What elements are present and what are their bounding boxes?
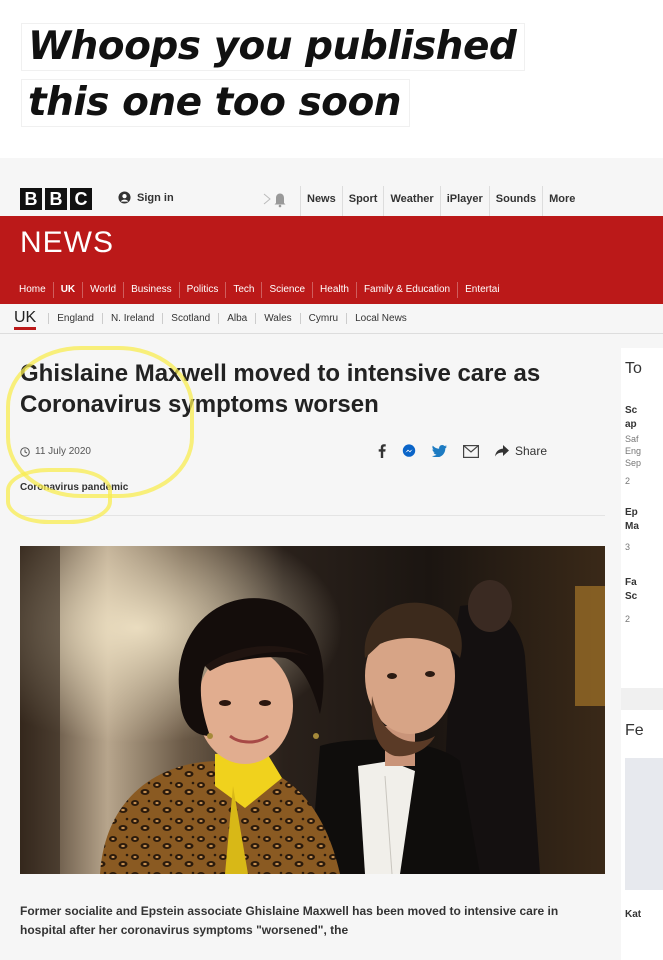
topnav-more[interactable]: More [542,186,581,216]
notification-bell-icon[interactable] [262,190,288,208]
twitter-icon[interactable] [432,445,447,457]
topnav-weather[interactable]: Weather [383,186,439,216]
subnav-title-uk[interactable]: UK [14,308,37,330]
section-business[interactable]: Business [123,282,179,298]
article-headline: Ghislaine Maxwell moved to intensive car… [20,360,541,418]
subnav-wales[interactable]: Wales [255,313,299,324]
top-navigation: News Sport Weather iPlayer Sounds More [300,186,663,216]
bbc-top-bar: B B C Sign in News Sport Weather iPlayer… [0,158,663,216]
section-home[interactable]: Home [12,282,53,298]
meme-caption-area: Whoops you published this one too soon [0,0,663,158]
topnav-iplayer[interactable]: iPlayer [439,186,489,216]
top-stories-heading: To [625,360,642,377]
sidebar-story-1-line-2[interactable]: ap [625,418,637,431]
email-icon[interactable] [463,444,479,458]
section-science[interactable]: Science [261,282,312,298]
top-stories-card: To Sc ap Saf Eng Sep 2 Ep Ma 3 Fa Sc 2 [621,348,663,688]
features-card: Fe Kat [621,710,663,960]
meme-caption-line-1: Whoops you published [22,24,525,70]
section-entertainment[interactable]: Entertai [457,282,506,298]
topic-tag[interactable]: Coronavirus pandemic [20,482,128,493]
sidebar-story-2-line-2[interactable]: Ma [625,520,639,533]
sidebar-story-3-line-2[interactable]: Sc [625,590,637,603]
messenger-icon[interactable] [402,444,416,458]
section-politics[interactable]: Politics [178,282,226,298]
subnav-local-news[interactable]: Local News [346,313,415,324]
subnav-scotland[interactable]: Scotland [162,313,218,324]
sidebar-story-1-line-3: Saf [625,434,639,444]
share-label[interactable]: Share [515,444,547,458]
subnav-cymru[interactable]: Cymru [299,313,346,324]
bbc-logo-letter-1: B [20,188,42,210]
features-thumbnail[interactable] [625,758,663,890]
article-date-text: 11 July 2020 [35,446,91,457]
bbc-logo-letter-3: C [70,188,92,210]
news-header-bar: NEWS Home UK World Business Politics Tec… [0,216,663,304]
bbc-logo-letter-2: B [45,188,67,210]
topnav-news[interactable]: News [300,186,342,216]
article-date: 11 July 2020 [20,446,91,457]
news-wordmark[interactable]: NEWS [20,226,114,260]
sidebar-story-1-line-1[interactable]: Sc [625,404,637,417]
features-teaser[interactable]: Kat [625,908,641,921]
share-icon[interactable] [495,445,509,457]
subnav-n-ireland[interactable]: N. Ireland [101,313,162,324]
section-tech[interactable]: Tech [225,282,261,298]
article-meta: 11 July 2020 Share [20,444,610,464]
top-stories-sidebar: To Sc ap Saf Eng Sep 2 Ep Ma 3 Fa Sc 2 F… [621,348,663,960]
meme-caption-line-2: this one too soon [22,80,410,126]
sidebar-story-2-meta: 3 [625,542,631,552]
sidebar-story-1-line-5: Sep [625,458,642,468]
section-health[interactable]: Health [312,282,356,298]
topnav-sounds[interactable]: Sounds [488,186,542,216]
topnav-sport[interactable]: Sport [341,186,384,216]
subnav-alba[interactable]: Alba [218,313,255,324]
sidebar-story-2-line-1[interactable]: Ep [625,506,638,519]
news-section-navigation: Home UK World Business Politics Tech Sci… [0,276,663,304]
features-heading: Fe [625,722,644,739]
sidebar-story-3-meta: 2 [625,614,631,624]
clock-icon [20,446,30,457]
bbc-news-screenshot: B B C Sign in News Sport Weather iPlayer… [0,158,663,960]
article-photo-image [20,546,605,874]
user-icon [118,191,131,204]
subnav-england[interactable]: England [48,313,102,324]
section-uk[interactable]: UK [52,282,82,298]
bbc-logo[interactable]: B B C [20,188,92,210]
divider [20,515,605,516]
sidebar-story-1-line-4: Eng [625,446,642,456]
sidebar-story-3-line-1[interactable]: Fa [625,576,637,589]
facebook-icon[interactable] [378,444,386,458]
article-body-intro: Former socialite and Epstein associate G… [20,904,559,937]
section-world[interactable]: World [82,282,123,298]
sign-in-link[interactable]: Sign in [118,191,174,204]
article-photo [20,546,605,874]
sidebar-story-1-meta: 2 [625,476,631,486]
sign-in-label: Sign in [137,191,174,204]
share-tools: Share [378,444,547,458]
uk-sub-navigation: UK England N. Ireland Scotland Alba Wale… [0,304,663,334]
section-family-education[interactable]: Family & Education [355,282,457,298]
